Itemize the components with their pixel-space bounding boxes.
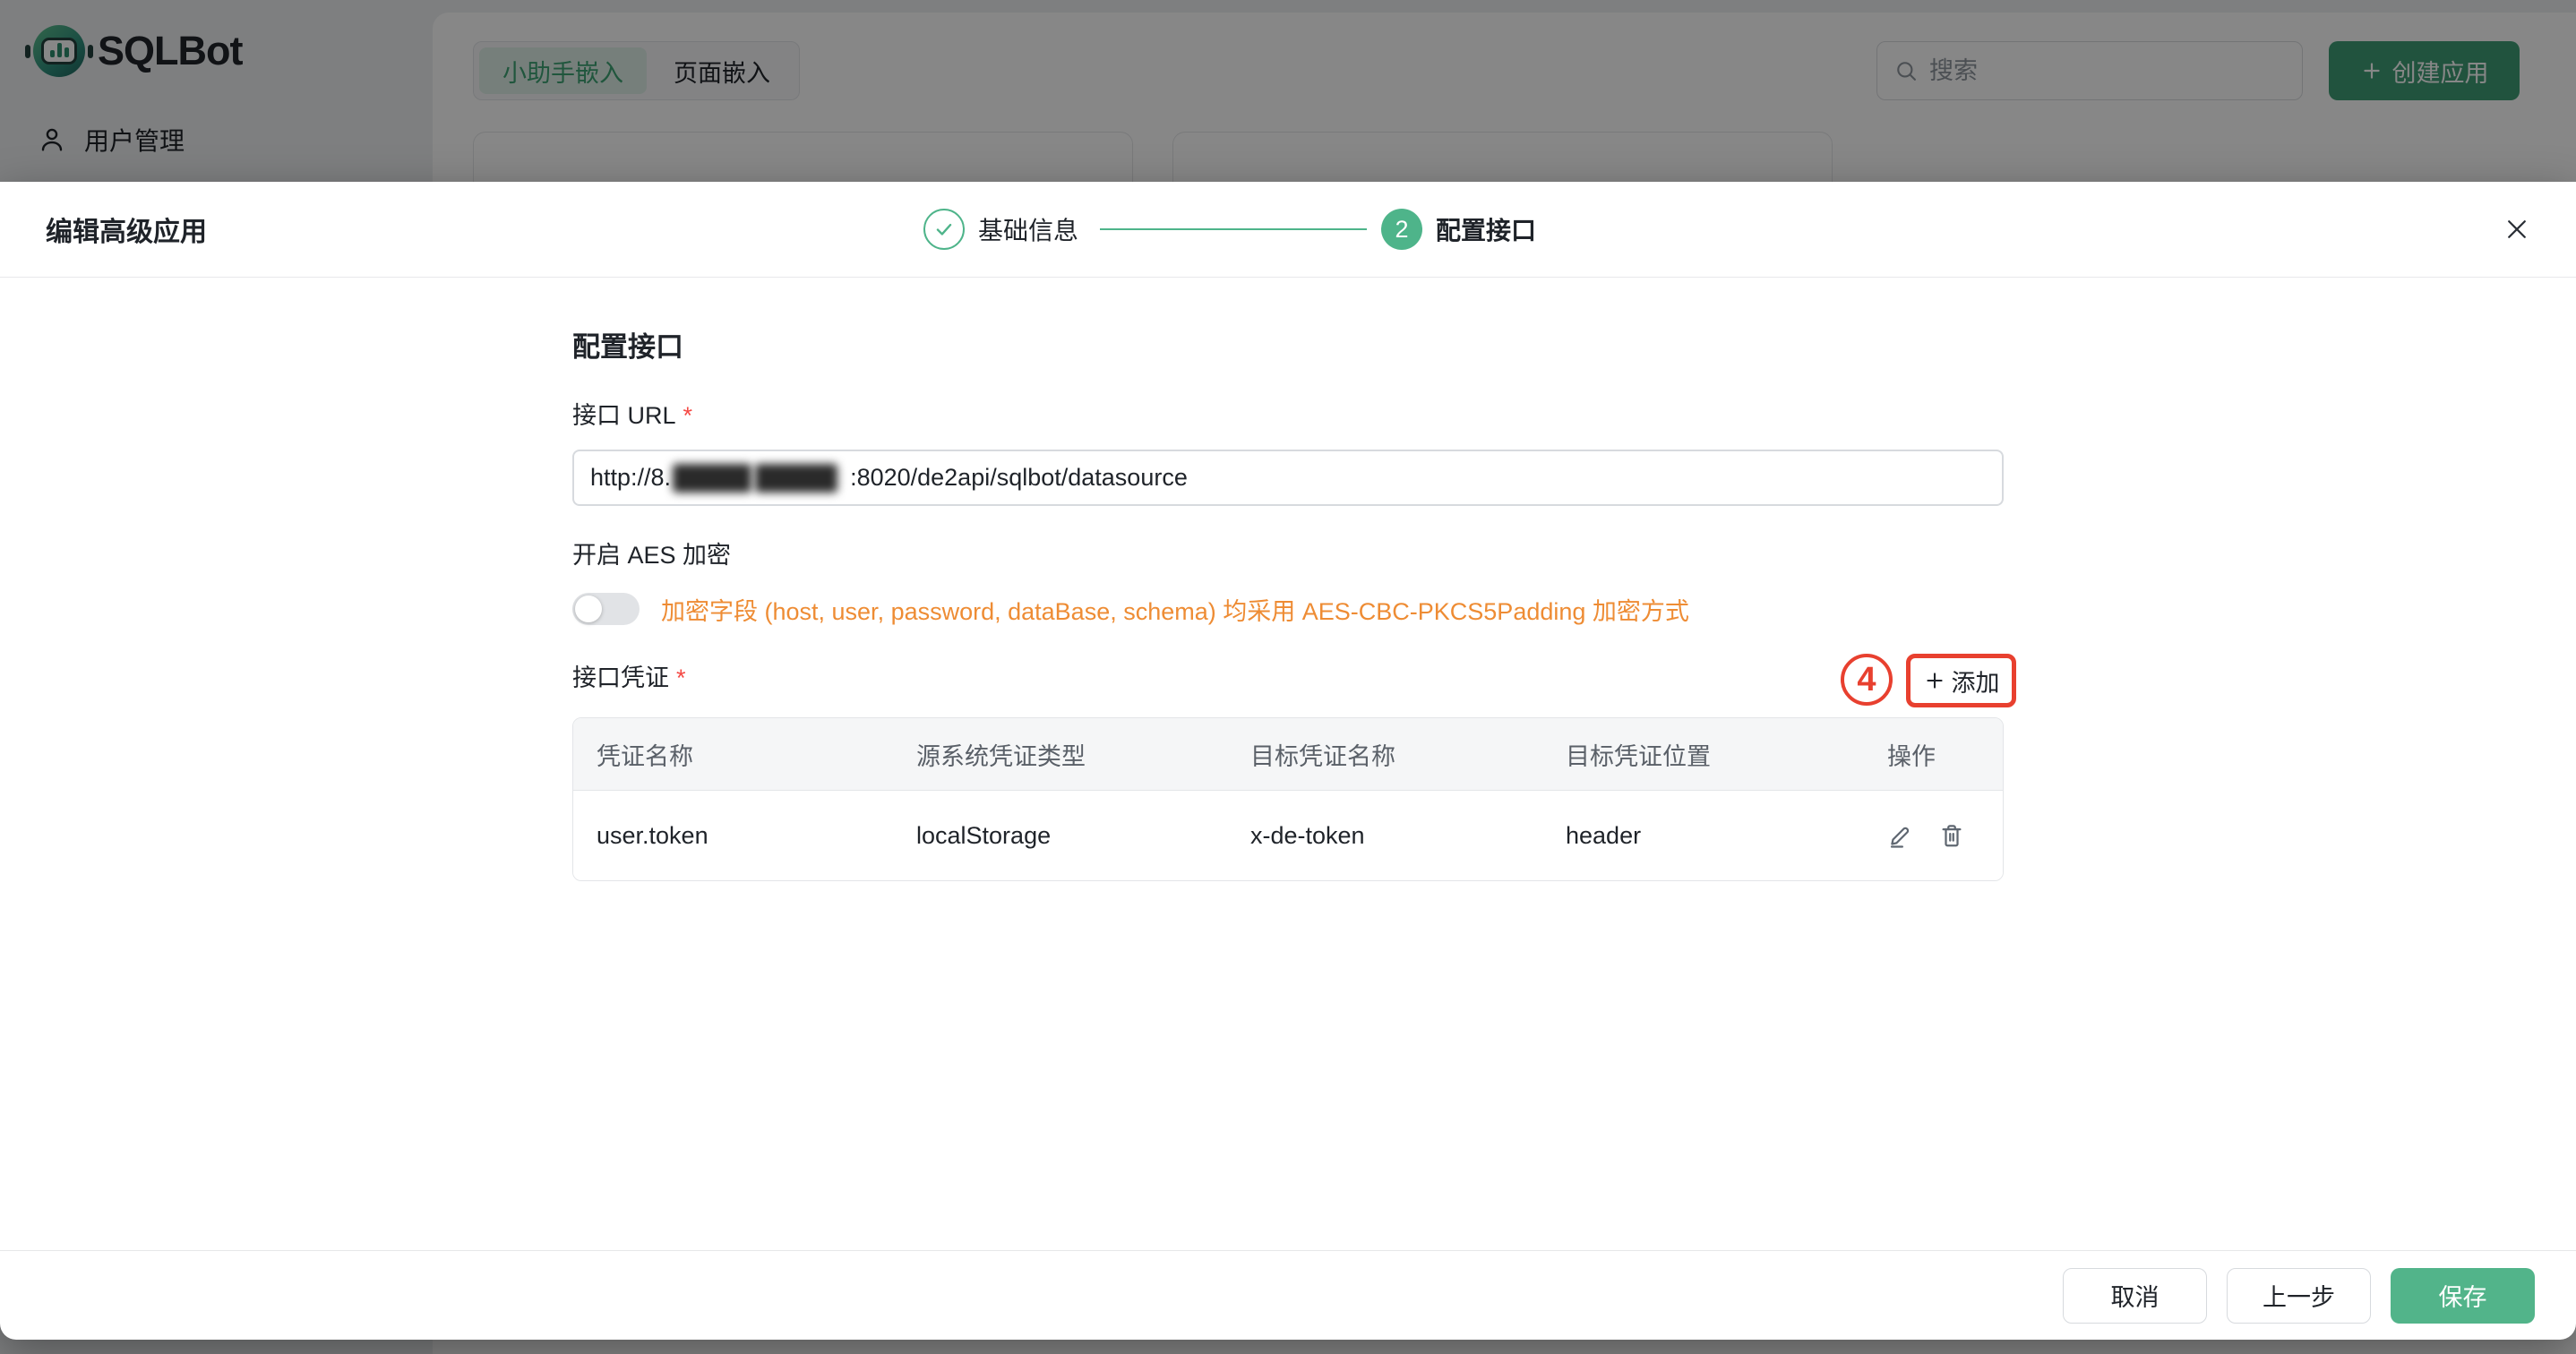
aes-row: 加密字段 (host, user, password, dataBase, sc… (572, 593, 2004, 625)
row-actions (1864, 822, 2003, 849)
section-title: 配置接口 (572, 333, 2004, 361)
step-1-label: 基础信息 (978, 211, 1078, 247)
annotation-step-number: 4 (1841, 654, 1893, 706)
credentials-table: 凭证名称 源系统凭证类型 目标凭证名称 目标凭证位置 操作 user.token… (572, 717, 2004, 881)
delete-icon[interactable] (1938, 822, 1965, 849)
redacted-text (673, 464, 751, 493)
modal-header: 编辑高级应用 基础信息 2 配置接口 (0, 182, 2576, 278)
edit-advanced-app-modal: 编辑高级应用 基础信息 2 配置接口 配置接口 接 (0, 182, 2576, 1340)
modal-body: 配置接口 接口 URL* http://8. :8020/de2api/sqlb… (572, 278, 2004, 881)
cell-credential-name: user.token (573, 822, 893, 850)
url-value-suffix: :8020/de2api/sqlbot/datasource (850, 464, 1188, 492)
required-asterisk: * (676, 664, 686, 691)
close-icon[interactable] (2500, 212, 2534, 246)
toggle-knob (575, 596, 602, 622)
step-2-circle: 2 (1381, 209, 1422, 250)
credentials-label: 接口凭证* (572, 666, 686, 690)
cell-target-name: x-de-token (1227, 822, 1542, 850)
add-credential-button[interactable]: 添加 (1923, 664, 2000, 698)
cell-source-type: localStorage (893, 822, 1227, 850)
column-header: 目标凭证位置 (1542, 737, 1864, 772)
table-header-row: 凭证名称 源系统凭证类型 目标凭证名称 目标凭证位置 操作 (573, 718, 2003, 791)
column-header: 源系统凭证类型 (893, 737, 1227, 772)
url-value-prefix: http://8. (590, 464, 671, 492)
required-asterisk: * (683, 402, 693, 429)
redacted-text (755, 464, 837, 493)
step-1-done-circle (923, 209, 965, 250)
step-2-label: 配置接口 (1436, 211, 1536, 247)
step-indicator: 基础信息 2 配置接口 (923, 209, 1536, 250)
url-input[interactable]: http://8. :8020/de2api/sqlbot/datasource (572, 450, 2004, 506)
check-icon (932, 218, 956, 241)
modal-footer: 取消 上一步 保存 (0, 1250, 2576, 1340)
cell-target-position: header (1542, 822, 1864, 850)
modal-title: 编辑高级应用 (46, 210, 207, 249)
aes-switch-label: 开启 AES 加密 (572, 544, 2004, 568)
table-row: user.token localStorage x-de-token heade… (573, 791, 2003, 880)
url-field-label: 接口 URL* (572, 404, 2004, 428)
previous-step-button[interactable]: 上一步 (2227, 1268, 2371, 1324)
credentials-header-row: 接口凭证* 4 添加 (572, 654, 2004, 709)
column-header: 操作 (1864, 737, 2003, 772)
aes-toggle[interactable] (572, 593, 640, 625)
column-header: 凭证名称 (573, 737, 893, 772)
annotation-highlight-box: 添加 (1906, 654, 2016, 707)
edit-icon[interactable] (1887, 822, 1914, 849)
aes-encryption-hint: 加密字段 (host, user, password, dataBase, sc… (661, 592, 1689, 627)
save-button[interactable]: 保存 (2391, 1268, 2535, 1324)
cancel-button[interactable]: 取消 (2063, 1268, 2207, 1324)
plus-icon (1923, 669, 1946, 692)
column-header: 目标凭证名称 (1227, 737, 1542, 772)
step-connector (1100, 228, 1367, 230)
